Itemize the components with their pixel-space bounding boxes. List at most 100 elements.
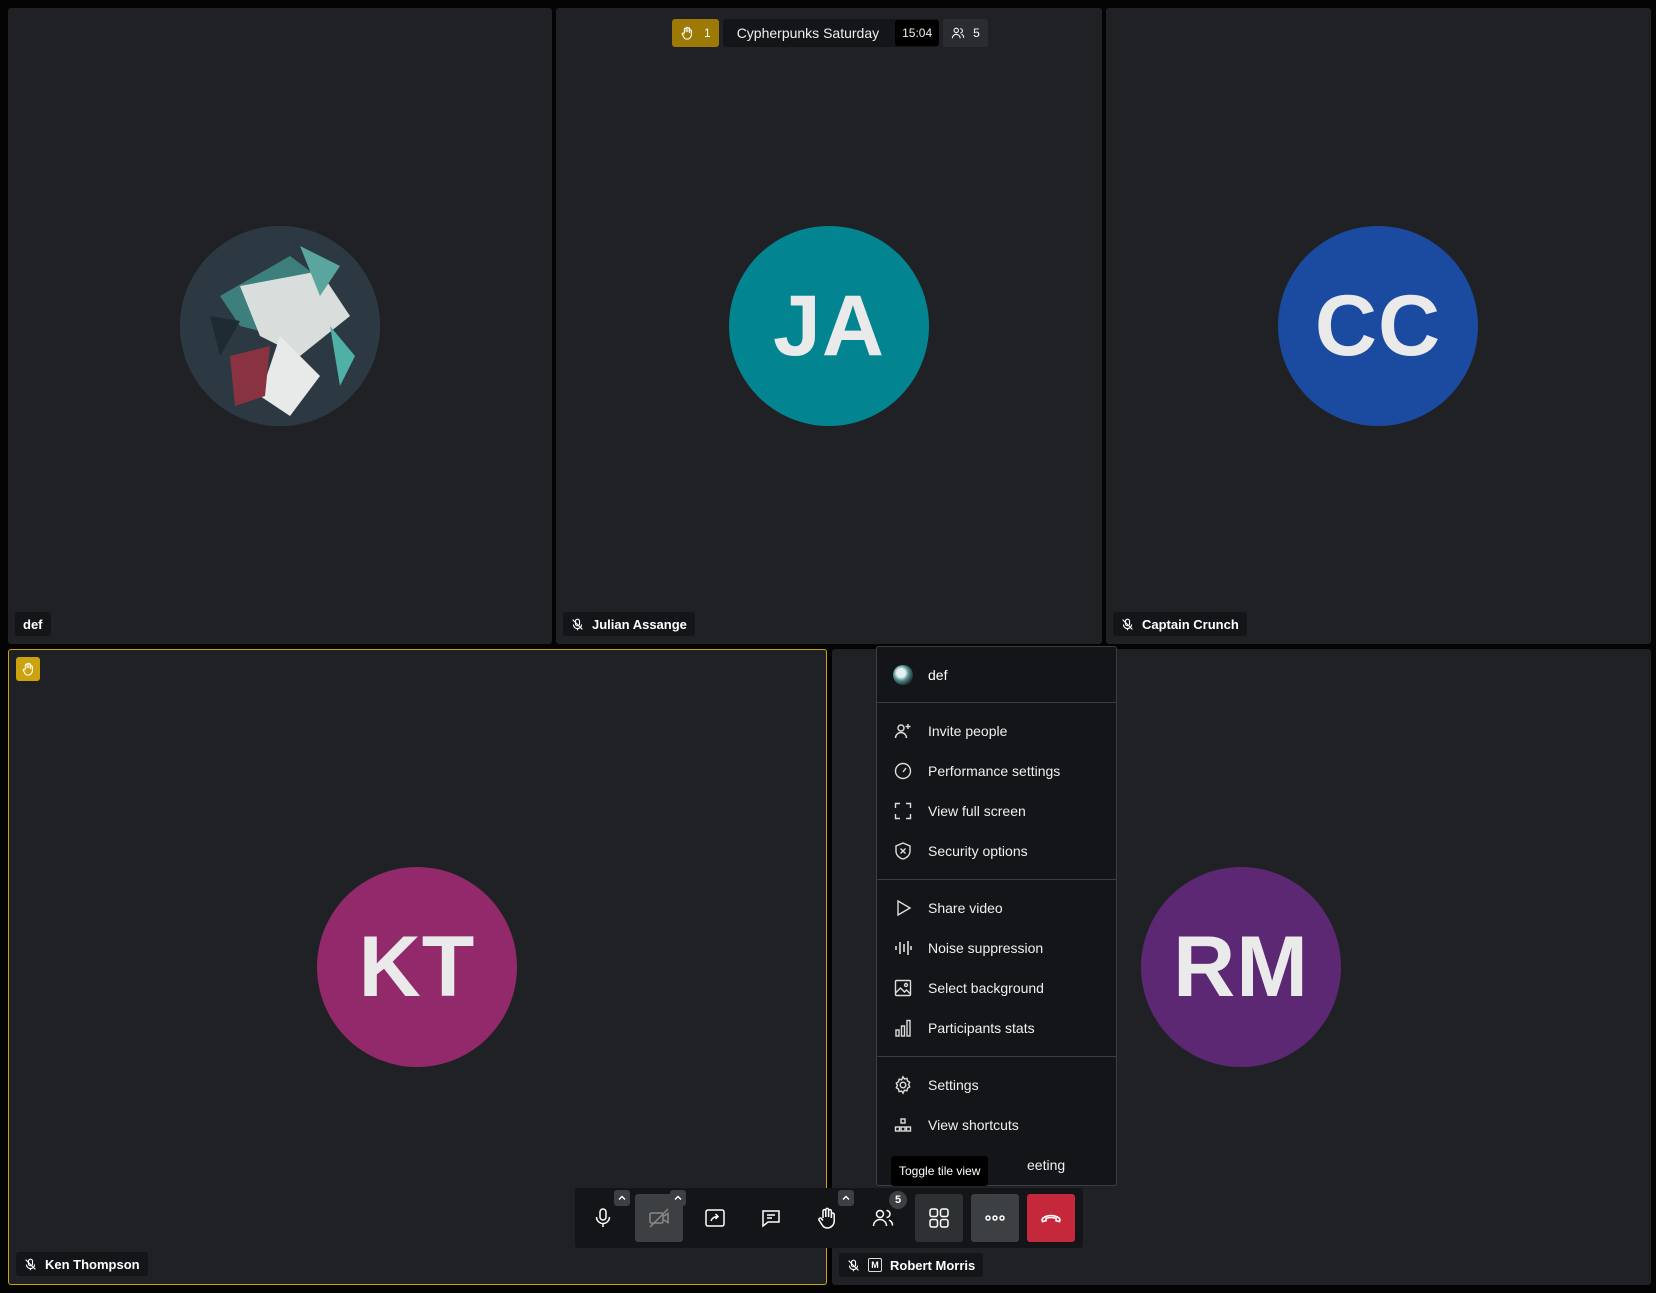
moderator-badge: M <box>868 1258 882 1272</box>
avatar-initials-text: KT <box>358 918 476 1015</box>
share-screen-button[interactable] <box>691 1194 739 1242</box>
bar-chart-icon <box>895 1019 911 1037</box>
fullscreen-icon <box>894 802 912 820</box>
menu-item-settings[interactable]: Settings <box>877 1065 1116 1105</box>
raised-hand-badge <box>16 657 40 681</box>
dragon-avatar-icon <box>180 226 380 426</box>
avatar-image-def <box>180 226 380 426</box>
invite-icon <box>894 724 911 739</box>
participant-tile-julian-assange[interactable]: JA Julian Assange <box>556 8 1102 644</box>
menu-item-participants-stats[interactable]: Participants stats <box>877 1008 1116 1048</box>
menu-item-label: eeting <box>1027 1157 1066 1173</box>
chevron-up-icon <box>674 1195 682 1200</box>
meeting-timer: 15:04 <box>895 20 940 46</box>
raised-hands-count: 1 <box>704 26 711 40</box>
conference-info-bar: 1 Cypherpunks Saturday 15:04 5 <box>672 19 988 47</box>
participant-count: 5 <box>973 26 980 40</box>
raised-hands-counter[interactable]: 1 <box>672 19 719 47</box>
play-icon <box>897 899 912 917</box>
participants-button[interactable]: 5 <box>859 1191 907 1242</box>
menu-item-label: Share video <box>928 900 1003 916</box>
hang-up-icon <box>1041 1214 1061 1223</box>
raised-hand-icon <box>681 26 692 40</box>
mic-muted-icon <box>25 1258 36 1270</box>
reactions-button[interactable] <box>838 1190 854 1206</box>
camera-off-icon <box>649 1208 669 1228</box>
camera-button[interactable] <box>635 1190 686 1242</box>
meeting-subject: Cypherpunks Saturday <box>736 25 880 41</box>
toolbar: 5 <box>575 1188 1083 1248</box>
gauge-icon <box>894 762 912 780</box>
name-tag: Julian Assange <box>563 612 695 636</box>
chat-icon <box>762 1210 780 1228</box>
more-actions-button[interactable] <box>971 1194 1019 1242</box>
waveform-icon <box>895 941 912 955</box>
raise-hand-icon <box>818 1207 835 1229</box>
participant-name: Robert Morris <box>890 1257 976 1273</box>
name-tag: Captain Crunch <box>1113 612 1247 636</box>
menu-item-view-shortcuts[interactable]: View shortcuts <box>877 1105 1116 1145</box>
participants-icon <box>872 1209 894 1227</box>
participant-name: Ken Thompson <box>45 1256 140 1272</box>
participant-name: def <box>23 616 43 632</box>
name-tag: M Robert Morris <box>839 1253 984 1277</box>
overflow-menu: def Invite people Performance settings V… <box>876 646 1117 1186</box>
menu-profile[interactable]: def <box>877 647 1116 703</box>
menu-item-label: View shortcuts <box>928 1117 1019 1133</box>
avatar-initials-text: JA <box>773 277 885 374</box>
menu-group: Share video Noise suppression Select bac… <box>877 880 1116 1057</box>
chevron-up-icon <box>618 1195 626 1200</box>
avatar-initials: KT <box>317 867 517 1067</box>
menu-item-label: View full screen <box>928 803 1026 819</box>
tile-view-icon <box>929 1208 949 1228</box>
menu-item-share-video[interactable]: Share video <box>877 888 1116 928</box>
hang-up-button[interactable] <box>1027 1194 1075 1242</box>
name-tag: Ken Thompson <box>16 1252 148 1276</box>
participant-name: Julian Assange <box>592 616 687 632</box>
mic-muted-icon <box>572 618 583 630</box>
shortcuts-icon <box>894 1118 912 1132</box>
menu-item-noise-suppression[interactable]: Noise suppression <box>877 928 1116 968</box>
menu-item-full-screen[interactable]: View full screen <box>877 791 1116 831</box>
raise-hand-button[interactable] <box>803 1190 854 1242</box>
menu-item-performance-settings[interactable]: Performance settings <box>877 751 1116 791</box>
participants-counter[interactable]: 5 <box>943 19 988 47</box>
participant-tile-def[interactable]: def <box>8 8 552 644</box>
share-screen-icon <box>705 1209 725 1227</box>
participants-count-badge: 5 <box>889 1191 907 1209</box>
tile-view-button[interactable] <box>915 1194 963 1242</box>
menu-item-label: Security options <box>928 843 1028 859</box>
more-dots-icon <box>985 1215 1005 1221</box>
menu-item-security-options[interactable]: Security options <box>877 831 1116 871</box>
menu-item-label: Select background <box>928 980 1044 996</box>
avatar <box>893 664 913 685</box>
audio-options-button[interactable] <box>614 1190 630 1206</box>
avatar-initials: CC <box>1278 226 1478 426</box>
participant-tile-captain-crunch[interactable]: CC Captain Crunch <box>1106 8 1651 644</box>
tooltip-toggle-tile-view: Toggle tile view <box>891 1156 989 1186</box>
menu-item-select-background[interactable]: Select background <box>877 968 1116 1008</box>
menu-item-label: Participants stats <box>928 1020 1035 1036</box>
name-tag: def <box>15 612 51 636</box>
menu-item-label: Performance settings <box>928 763 1061 779</box>
shield-icon <box>895 842 911 860</box>
participant-name: Captain Crunch <box>1142 616 1239 632</box>
menu-item-label: Noise suppression <box>928 940 1044 956</box>
video-options-button[interactable] <box>670 1190 686 1206</box>
mic-muted-icon <box>1122 618 1133 630</box>
chat-button[interactable] <box>747 1194 795 1242</box>
raised-hand-icon <box>22 662 33 676</box>
participants-icon <box>951 27 965 39</box>
menu-item-invite-people[interactable]: Invite people <box>877 711 1116 751</box>
gear-icon <box>895 1075 911 1095</box>
avatar-initials-text: RM <box>1173 918 1309 1015</box>
microphone-button[interactable] <box>579 1190 630 1242</box>
avatar-initials: JA <box>729 226 929 426</box>
menu-group: Invite people Performance settings View … <box>877 703 1116 880</box>
mic-muted-icon <box>848 1259 859 1271</box>
menu-item-label: Settings <box>928 1077 979 1093</box>
microphone-icon <box>595 1208 611 1227</box>
menu-item-label: Invite people <box>928 723 1008 739</box>
image-icon <box>894 979 912 997</box>
meeting-subject-box: Cypherpunks Saturday 15:04 <box>722 19 940 47</box>
